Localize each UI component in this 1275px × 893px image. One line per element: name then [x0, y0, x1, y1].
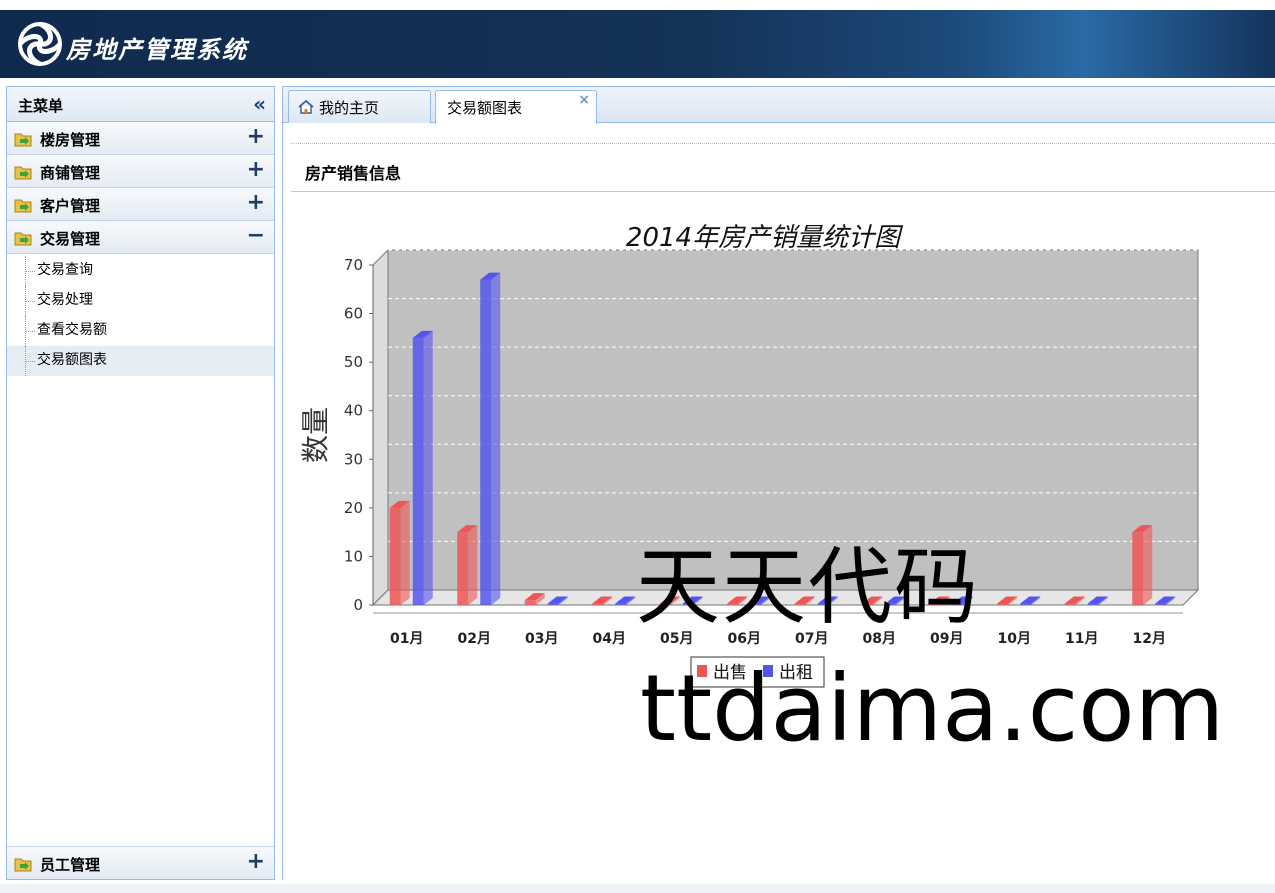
- folder-icon: [14, 133, 32, 147]
- sidebar-header: 主菜单 «: [7, 87, 274, 122]
- sidebar-group-label: 商铺管理: [40, 164, 101, 182]
- bar-front: [1020, 603, 1032, 605]
- x-tick-label: 04月: [593, 631, 626, 647]
- divider: [291, 143, 1275, 144]
- app-title: 房地产管理系统: [66, 35, 248, 64]
- sidebar-group-label: 员工管理: [40, 856, 101, 874]
- bar-front: [1087, 603, 1099, 605]
- sidebar-item-query[interactable]: 交易查询: [7, 256, 274, 286]
- y-tick-label: 70: [344, 256, 363, 274]
- status-strip: [0, 884, 1275, 893]
- bar-front: [389, 507, 401, 605]
- sidebar-item-amount[interactable]: 查看交易额: [7, 316, 274, 346]
- watermark-en: ttdaima.com: [640, 655, 1225, 762]
- folder-icon: [14, 858, 32, 872]
- tab-home[interactable]: 我的主页: [288, 90, 431, 123]
- bar-front: [412, 337, 424, 605]
- expand-icon[interactable]: +: [247, 849, 265, 874]
- y-tick-label: 60: [344, 305, 363, 323]
- bar-side: [400, 500, 410, 605]
- sidebar-group-customer[interactable]: 客户管理 +: [7, 188, 274, 221]
- logo-icon: [18, 21, 62, 67]
- app-window: 房地产管理系统 主菜单 « 楼房管理 + 商铺管理 + 客户管理 + 交易管理 …: [0, 0, 1275, 893]
- collapse-group-icon[interactable]: −: [247, 223, 265, 248]
- expand-icon[interactable]: +: [247, 157, 265, 182]
- transaction-submenu: 交易查询 交易处理 查看交易额 交易额图表: [7, 254, 274, 376]
- tab-chart[interactable]: 交易额图表 ×: [435, 90, 597, 124]
- section-title: 房产销售信息: [305, 164, 402, 183]
- bar-front: [547, 603, 559, 605]
- bar-front: [1132, 532, 1144, 605]
- home-icon: [298, 100, 314, 114]
- sidebar-group-label: 客户管理: [40, 197, 101, 215]
- folder-icon: [14, 199, 32, 213]
- tab-label: 我的主页: [319, 99, 380, 117]
- bar-side: [491, 272, 501, 605]
- expand-icon[interactable]: +: [247, 124, 265, 149]
- y-axis-label: 数量: [299, 407, 332, 463]
- sidebar-title: 主菜单: [18, 97, 64, 115]
- x-tick-label: 11月: [1065, 631, 1098, 647]
- y-tick-label: 30: [344, 450, 363, 468]
- x-tick-label: 03月: [525, 631, 558, 647]
- sidebar-group-transaction[interactable]: 交易管理 −: [7, 221, 274, 254]
- sidebar-group-label: 交易管理: [40, 230, 101, 248]
- bar-side: [468, 525, 478, 605]
- app-header: 房地产管理系统: [0, 10, 1275, 78]
- bar-front: [615, 603, 627, 605]
- x-tick-label: 12月: [1133, 631, 1166, 647]
- bar-front: [524, 600, 536, 605]
- sidebar-group-staff[interactable]: 员工管理 +: [7, 846, 274, 879]
- bar-side: [1143, 525, 1153, 605]
- plot-side-wall: [372, 248, 389, 607]
- sidebar-item-chart[interactable]: 交易额图表: [7, 346, 274, 376]
- expand-icon[interactable]: +: [247, 190, 265, 215]
- folder-icon: [14, 166, 32, 180]
- y-tick-label: 0: [353, 596, 363, 614]
- y-tick-label: 40: [344, 402, 363, 420]
- tab-bar: 我的主页 交易额图表 ×: [283, 87, 1275, 124]
- bar-front: [457, 532, 469, 605]
- x-tick-label: 01月: [390, 631, 423, 647]
- bar-front: [1155, 603, 1167, 605]
- close-icon[interactable]: ×: [578, 92, 590, 108]
- sidebar-group-building[interactable]: 楼房管理 +: [7, 122, 274, 155]
- y-tick-label: 10: [344, 547, 363, 565]
- divider: [291, 191, 1275, 192]
- folder-icon: [14, 232, 32, 246]
- y-tick-label: 50: [344, 353, 363, 371]
- bar-front: [1064, 603, 1076, 605]
- bar-front: [997, 603, 1009, 605]
- x-tick-label: 10月: [998, 631, 1031, 647]
- sidebar-group-shop[interactable]: 商铺管理 +: [7, 155, 274, 188]
- sidebar: 主菜单 « 楼房管理 + 商铺管理 + 客户管理 + 交易管理 − 交易查询 交…: [6, 86, 275, 880]
- sidebar-item-process[interactable]: 交易处理: [7, 286, 274, 316]
- tab-label: 交易额图表: [447, 99, 523, 117]
- chart-title: 2014年房产销量统计图: [626, 223, 904, 253]
- sidebar-group-label: 楼房管理: [40, 131, 101, 149]
- bar-side: [423, 330, 433, 605]
- x-tick-label: 02月: [458, 631, 491, 647]
- watermark-cn: 天天代码: [636, 538, 981, 636]
- bar-front: [592, 603, 604, 605]
- collapse-icon[interactable]: «: [253, 92, 266, 116]
- y-tick-label: 20: [344, 499, 363, 517]
- bar-front: [480, 279, 492, 605]
